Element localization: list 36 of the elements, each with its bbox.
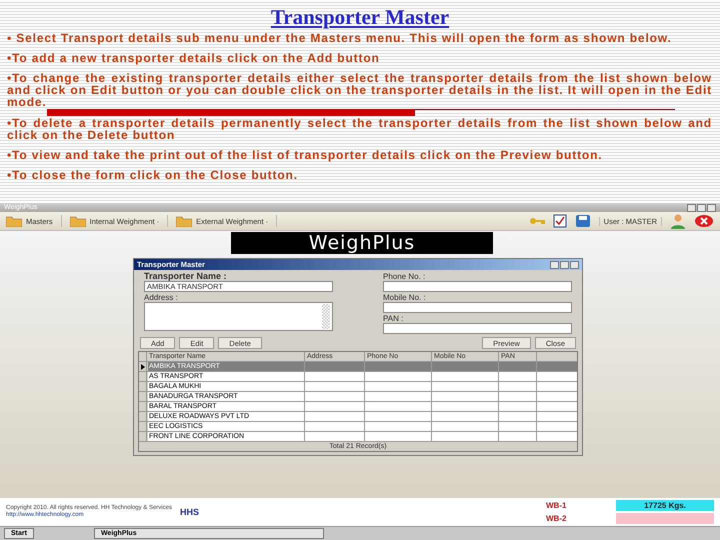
field-label: Mobile No. :: [383, 293, 427, 302]
instruction-text: •To close the form click on the Close button.: [7, 169, 299, 181]
scale-name: WB-2: [546, 514, 568, 523]
maximize-button[interactable]: [560, 260, 569, 268]
field-label: PAN :: [383, 314, 404, 323]
text-field[interactable]: [383, 323, 572, 334]
folder-icon: [70, 215, 86, 227]
instruction-text: ▪ Select Transport details sub menu under the Masters menu. This will open the form as shown below.: [7, 32, 673, 44]
scrollbar[interactable]: [322, 304, 330, 329]
close-button[interactable]: [707, 204, 716, 212]
scale-name: WB-1: [546, 501, 568, 510]
exit-icon[interactable]: [694, 214, 714, 228]
user-icon[interactable]: [670, 213, 686, 229]
minimize-button[interactable]: [687, 204, 696, 212]
checklist-icon[interactable]: [552, 214, 567, 228]
text-field[interactable]: [383, 302, 572, 313]
text-field[interactable]: [144, 302, 333, 331]
field-label: Address :: [144, 293, 179, 302]
row-pointer-icon: [141, 364, 145, 370]
save-icon[interactable]: [574, 214, 591, 228]
instruction-text: •To view and take the print out of the list of transporter details click on the Preview button.: [7, 149, 604, 161]
folder-icon: [6, 215, 22, 227]
scale-reading: 17725 Kgs.: [616, 500, 714, 511]
field-label: Transporter Name :: [144, 272, 228, 281]
maximize-button[interactable]: [697, 204, 706, 212]
close-button[interactable]: [570, 260, 579, 268]
page-title[interactable]: Transporter Master: [270, 4, 450, 30]
instruction-text: •To change the existing transporter details either select the transporter details from the list shown below and click on Edit button or you can double click on the transporter details in the list. It will open in the Edit mode.: [7, 72, 712, 108]
field-label: Phone No. :: [383, 272, 426, 281]
folder-icon: [176, 215, 192, 227]
instruction-text: •To add a new transporter details click on the Add button: [7, 52, 381, 64]
app-logo: WeighPlus: [231, 232, 493, 254]
minimize-button[interactable]: [550, 260, 559, 268]
instruction-text: •To delete a transporter details permanently select the transporter details from the list shown below and click on the Delete button: [7, 117, 712, 141]
company-logo: HHS: [180, 507, 199, 517]
text-field[interactable]: [383, 281, 572, 292]
